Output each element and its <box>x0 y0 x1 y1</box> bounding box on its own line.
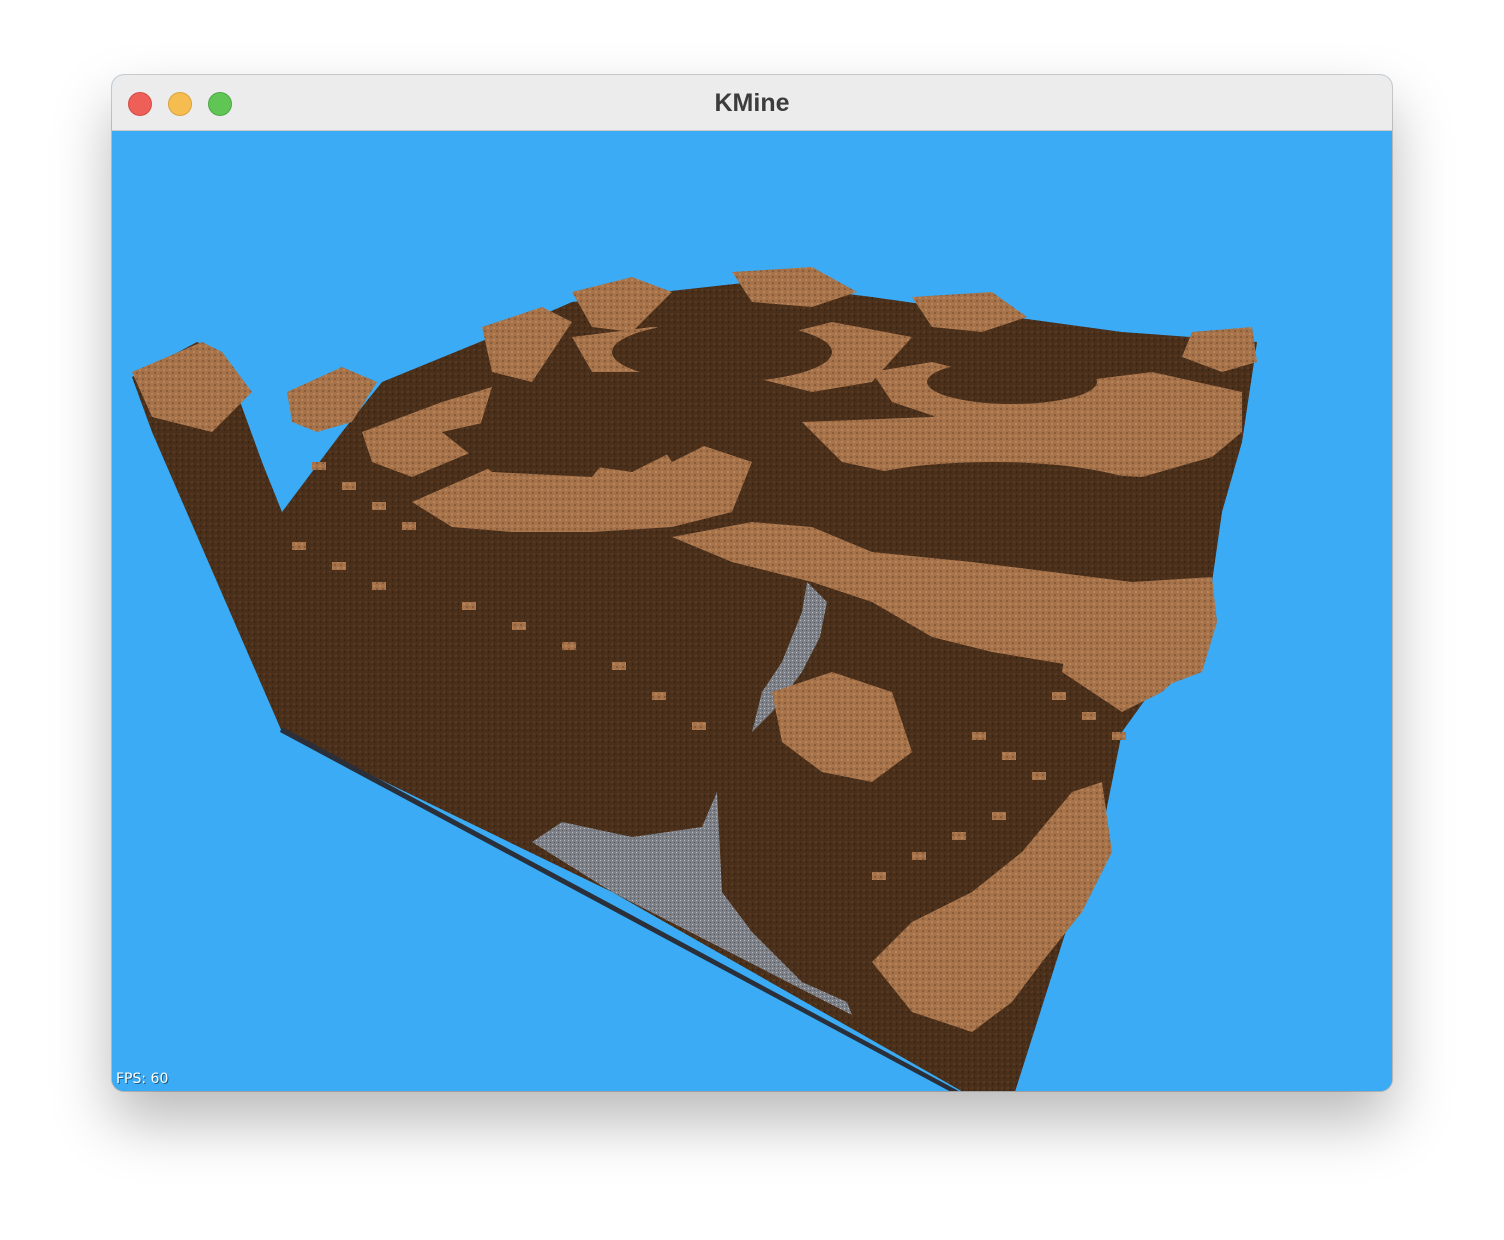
window-title: KMine <box>714 89 790 117</box>
fps-counter: FPS: 60 <box>116 1071 169 1087</box>
app-window: KMine FPS: 60 <box>112 75 1392 1091</box>
voxel-terrain <box>132 267 1257 1091</box>
title-bar[interactable]: KMine <box>112 75 1392 131</box>
game-viewport[interactable]: FPS: 60 <box>112 132 1392 1091</box>
